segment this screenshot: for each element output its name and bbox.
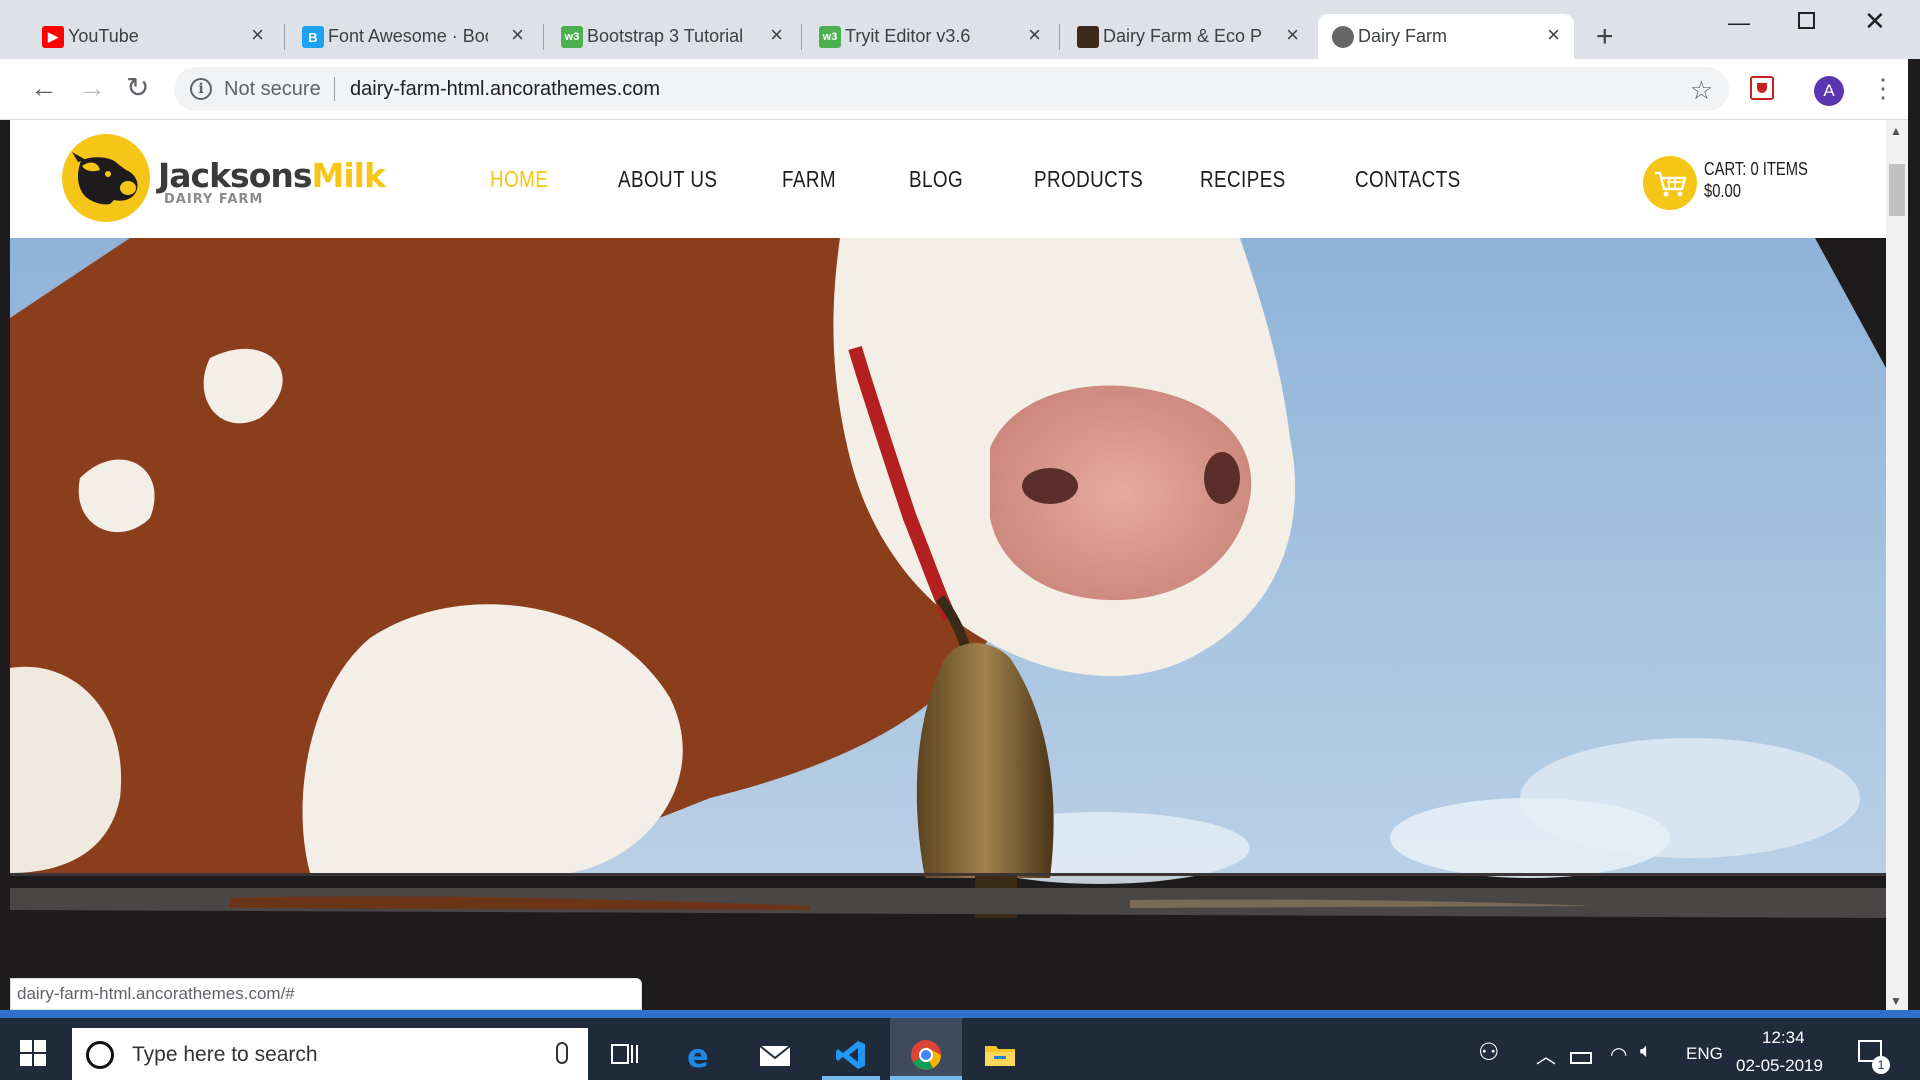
address-bar[interactable]: i Not secure dairy-farm-html.ancoratheme… (174, 67, 1729, 111)
youtube-icon: ▶ (42, 26, 64, 48)
site-logo[interactable] (62, 134, 150, 222)
cortana-icon (86, 1041, 114, 1069)
browser-tab-strip: ▶ YouTube × B Font Awesome · Boo × w3 Bo… (0, 0, 1920, 59)
language-indicator[interactable]: ENG (1686, 1044, 1723, 1064)
site-icon (1077, 26, 1099, 48)
windows-taskbar: Type here to search e ⚇ ︿ ◠ 🔈︎ ENG 12:34… (0, 1010, 1920, 1080)
logo-text-part1: Jacksons (158, 156, 313, 195)
security-indicator[interactable]: Not secure (224, 78, 321, 101)
nav-contacts[interactable]: CONTACTS (1355, 166, 1461, 193)
nav-blog[interactable]: BLOG (909, 166, 963, 193)
cow-head-icon (72, 152, 138, 205)
hero-slider: ︿ (10, 238, 1886, 988)
microphone-icon[interactable] (556, 1042, 568, 1064)
taskbar-accent-strip (0, 1010, 1920, 1018)
w3schools-icon: w3 (561, 26, 583, 48)
bootstrap-icon: B (302, 26, 324, 48)
profile-avatar[interactable]: A (1814, 76, 1844, 106)
tab-label: Tryit Editor v3.6 (845, 26, 971, 46)
nav-recipes[interactable]: RECIPES (1200, 166, 1286, 193)
edge-icon[interactable]: e (683, 1037, 717, 1075)
window-edge (1908, 59, 1920, 1010)
cart-items: CART: 0 ITEMS (1704, 159, 1808, 179)
scroll-down-arrow-icon[interactable]: ▼ (1890, 994, 1902, 1008)
cart-total: $0.00 (1704, 181, 1741, 201)
nav-home[interactable]: HOME (490, 166, 548, 193)
vscode-icon[interactable] (834, 1038, 868, 1072)
mail-icon[interactable] (758, 1038, 792, 1072)
close-icon[interactable]: × (251, 24, 264, 46)
tab-label: Dairy Farm & Eco Pr (1103, 26, 1263, 46)
notification-count-badge: 1 (1872, 1056, 1890, 1074)
browser-toolbar: ← → ↻ i Not secure dairy-farm-html.ancor… (0, 59, 1920, 120)
new-tab-button[interactable]: + (1596, 22, 1614, 52)
url-text[interactable]: dairy-farm-html.ancorathemes.com (350, 78, 660, 101)
svg-text:e: e (687, 1038, 709, 1072)
extension-icon[interactable] (1750, 76, 1774, 100)
chrome-menu-icon[interactable]: ⋮ (1870, 73, 1896, 103)
scroll-up-arrow-icon[interactable]: ▲ (1890, 124, 1902, 138)
close-icon[interactable]: × (1028, 24, 1041, 46)
tab-separator (284, 24, 285, 50)
site-icon (1332, 26, 1354, 48)
tab-bootstrap-tutorial[interactable]: w3 Bootstrap 3 Tutorial × (547, 14, 797, 59)
active-app-indicator (890, 1076, 962, 1080)
tab-separator (543, 24, 544, 50)
nav-about-us[interactable]: ABOUT US (618, 166, 717, 193)
reload-icon[interactable]: ↻ (126, 73, 149, 103)
file-explorer-icon[interactable] (983, 1038, 1017, 1072)
battery-icon[interactable] (1570, 1052, 1592, 1064)
close-icon[interactable]: × (770, 24, 783, 46)
close-icon[interactable]: × (1286, 24, 1299, 46)
bookmark-star-icon[interactable]: ☆ (1690, 75, 1713, 106)
close-icon[interactable]: × (511, 24, 524, 46)
tab-dairy-farm[interactable]: Dairy Farm × (1318, 14, 1574, 59)
tab-label: Dairy Farm (1358, 26, 1447, 46)
close-icon[interactable]: × (1547, 24, 1560, 46)
tab-font-awesome[interactable]: B Font Awesome · Boo × (288, 14, 538, 59)
tab-label: Font Awesome · Boo (328, 26, 488, 46)
forward-arrow-icon[interactable]: → (78, 73, 106, 103)
show-hidden-icons-chevron-icon[interactable]: ︿ (1536, 1040, 1556, 1069)
info-icon[interactable]: i (190, 78, 212, 100)
tab-dairy-farm-eco[interactable]: Dairy Farm & Eco Pr × (1063, 14, 1313, 59)
cart-button[interactable] (1643, 156, 1697, 210)
task-view-icon[interactable] (608, 1038, 642, 1072)
tab-separator (801, 24, 802, 50)
back-arrow-icon[interactable]: ← (30, 73, 58, 103)
link-preview-status: dairy-farm-html.ancorathemes.com/# (10, 978, 642, 1010)
clock-date[interactable]: 02-05-2019 (1736, 1056, 1823, 1076)
scrollbar-thumb[interactable] (1889, 164, 1905, 216)
minimize-icon[interactable]: — (1728, 10, 1750, 36)
tab-separator (1059, 24, 1060, 50)
taskbar-search-box[interactable]: Type here to search (72, 1028, 588, 1080)
wifi-icon[interactable]: ◠ (1610, 1042, 1627, 1067)
hero-image (10, 238, 1886, 988)
logo-text[interactable]: JacksonsMilk (158, 156, 386, 195)
page-scrollbar[interactable]: ▲ ▼ (1886, 120, 1908, 1010)
people-icon[interactable]: ⚇ (1478, 1038, 1500, 1067)
logo-subtitle: DAIRY FARM (164, 192, 264, 207)
tab-youtube[interactable]: ▶ YouTube × (28, 14, 278, 59)
w3schools-icon: w3 (819, 26, 841, 48)
volume-icon[interactable]: 🔈︎ (1640, 1040, 1652, 1063)
chrome-icon[interactable] (909, 1038, 943, 1072)
nav-farm[interactable]: FARM (782, 166, 836, 193)
logo-text-part2: Milk (311, 156, 386, 195)
tab-label: Bootstrap 3 Tutorial (587, 26, 744, 46)
windows-start-icon[interactable] (20, 1040, 46, 1066)
search-placeholder: Type here to search (132, 1043, 318, 1066)
maximize-icon[interactable] (1798, 12, 1815, 29)
clock-time[interactable]: 12:34 (1762, 1028, 1805, 1048)
site-header: JacksonsMilk DAIRY FARM HOME ABOUT US FA… (10, 120, 1886, 238)
page-viewport: JacksonsMilk DAIRY FARM HOME ABOUT US FA… (10, 120, 1886, 1010)
shopping-cart-icon (1655, 171, 1687, 197)
tab-label: YouTube (68, 26, 139, 46)
window-close-icon[interactable]: ✕ (1864, 6, 1886, 37)
active-app-indicator (822, 1076, 880, 1080)
nav-products[interactable]: PRODUCTS (1034, 166, 1143, 193)
cart-summary[interactable]: CART: 0 ITEMS $0.00 (1704, 158, 1808, 202)
divider (334, 77, 335, 101)
tab-tryit-editor[interactable]: w3 Tryit Editor v3.6 × (805, 14, 1055, 59)
